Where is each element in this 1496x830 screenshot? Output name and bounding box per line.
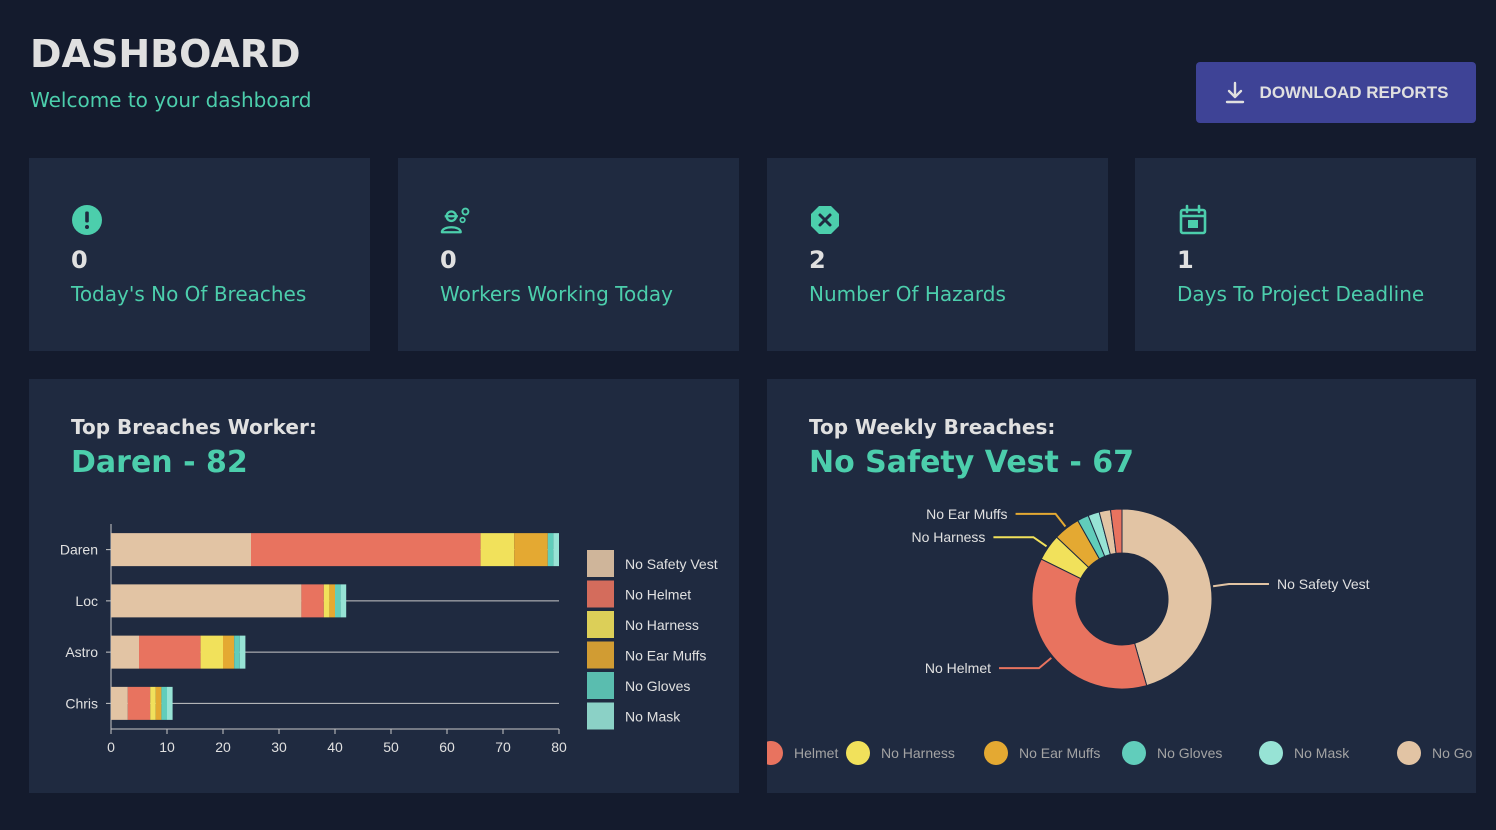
y-tick-label: Chris [65, 695, 98, 711]
legend-dot [984, 741, 1008, 765]
stat-label: Number Of Hazards [809, 282, 1006, 306]
top-weekly-breaches-panel: Top Weekly Breaches: No Safety Vest - 67… [767, 379, 1476, 793]
slice-label-line [999, 657, 1052, 670]
legend-swatch [587, 672, 614, 699]
slice-label: No Ear Muffs [926, 506, 1007, 522]
bar-segment [200, 635, 223, 669]
bar-segment [139, 635, 201, 669]
slice-label-line [993, 536, 1048, 548]
stat-card-breaches: 0 Today's No Of Breaches [29, 158, 370, 351]
x-tick-label: 60 [439, 739, 455, 755]
bar-segment [167, 686, 173, 720]
bar-segment [161, 686, 167, 720]
legend-swatch [587, 641, 614, 669]
bar-segment [514, 533, 548, 567]
bar-segment [111, 635, 139, 669]
download-reports-button[interactable]: DOWNLOAD REPORTS [1196, 62, 1476, 123]
slice-label: No Harness [911, 529, 985, 545]
legend-label: No Harness [625, 617, 699, 633]
bar-segment [251, 533, 481, 567]
stat-value: 2 [809, 246, 826, 274]
bar-segment [234, 635, 240, 669]
x-tick-label: 10 [159, 739, 175, 755]
bar-segment [111, 533, 251, 567]
x-tick-label: 30 [271, 739, 287, 755]
bar-segment [553, 533, 559, 567]
stat-value: 0 [440, 246, 457, 274]
engineering-icon [440, 207, 470, 234]
bar-segment [150, 686, 156, 720]
x-tick-label: 70 [495, 739, 511, 755]
legend-label: No Safety Vest [625, 556, 718, 572]
bar-segment [223, 635, 235, 669]
stat-label: Workers Working Today [440, 282, 674, 306]
stat-value: 1 [1177, 246, 1194, 274]
x-tick-label: 0 [107, 739, 115, 755]
stat-value: 0 [71, 246, 88, 274]
x-tick-label: 40 [327, 739, 343, 755]
bar-segment [111, 584, 302, 618]
bar-segment [480, 533, 515, 567]
legend-dot [1122, 741, 1146, 765]
bar-segment [340, 584, 347, 618]
x-tick-label: 20 [215, 739, 231, 755]
bar-segment [323, 584, 330, 618]
top-breaches-worker-panel: Top Breaches Worker: Daren - 82 0 10 20 30 4… [29, 379, 739, 793]
bar-segment [111, 686, 128, 720]
download-reports-label: DOWNLOAD REPORTS [1259, 82, 1449, 102]
legend-dot [846, 741, 870, 765]
stat-card-deadline: 1 Days To Project Deadline [1135, 158, 1476, 351]
bar-segment [301, 584, 324, 618]
worker-breaches-bar-chart: 0 10 20 30 40 50 60 70 80 Daren Loc Astro Chris No Sa… [60, 524, 718, 755]
legend-label: No Ear Muffs [1019, 745, 1100, 761]
y-tick-label: Astro [65, 644, 98, 660]
legend-label: No Mask [625, 709, 681, 725]
legend-label: No Harness [881, 745, 955, 761]
download-icon [1225, 81, 1244, 103]
slice-label-line [1015, 512, 1067, 528]
pie-slice [1031, 558, 1148, 690]
legend-label: No Go [1432, 745, 1473, 761]
legend-dot [1397, 741, 1421, 765]
bar-segment [155, 686, 162, 720]
legend-swatch [587, 550, 614, 577]
legend-swatch [587, 702, 614, 730]
x-tick-label: 80 [551, 739, 567, 755]
legend-label: No Gloves [625, 678, 690, 694]
page-subtitle: Welcome to your dashboard [30, 88, 312, 112]
legend-dot [767, 741, 783, 765]
bar-segment [547, 533, 554, 567]
legend-label: No Ear Muffs [625, 648, 706, 664]
cancel-icon [811, 206, 839, 234]
calendar-icon [1179, 204, 1207, 235]
stat-label: Today's No Of Breaches [71, 282, 307, 306]
weekly-breaches-donut-chart: No Safety Vest No Helmet No Harness No Ear … [767, 506, 1473, 765]
bar-segment [329, 584, 335, 618]
slice-label: No Helmet [925, 660, 991, 676]
slice-label: No Safety Vest [1277, 576, 1370, 592]
legend-label: Helmet [794, 745, 838, 761]
legend-label: No Gloves [1157, 745, 1222, 761]
slice-label-line [1212, 583, 1269, 588]
page-title: DASHBOARD [30, 32, 301, 76]
stat-card-hazards: 2 Number Of Hazards [767, 158, 1108, 351]
legend-dot [1259, 741, 1283, 765]
stat-card-workers: 0 Workers Working Today [398, 158, 739, 351]
legend-label: No Mask [1294, 745, 1350, 761]
page-header: DASHBOARD Welcome to your dashboard [30, 30, 311, 112]
error-icon [72, 205, 102, 235]
y-tick-label: Loc [75, 593, 98, 609]
y-tick-label: Daren [60, 542, 98, 558]
legend-swatch [587, 611, 614, 638]
legend-label: No Helmet [625, 587, 691, 603]
legend-swatch [587, 580, 614, 608]
stat-label: Days To Project Deadline [1177, 282, 1425, 306]
bar-segment [127, 686, 151, 720]
bar-segment [239, 635, 246, 669]
bar-segment [335, 584, 341, 618]
x-tick-label: 50 [383, 739, 399, 755]
